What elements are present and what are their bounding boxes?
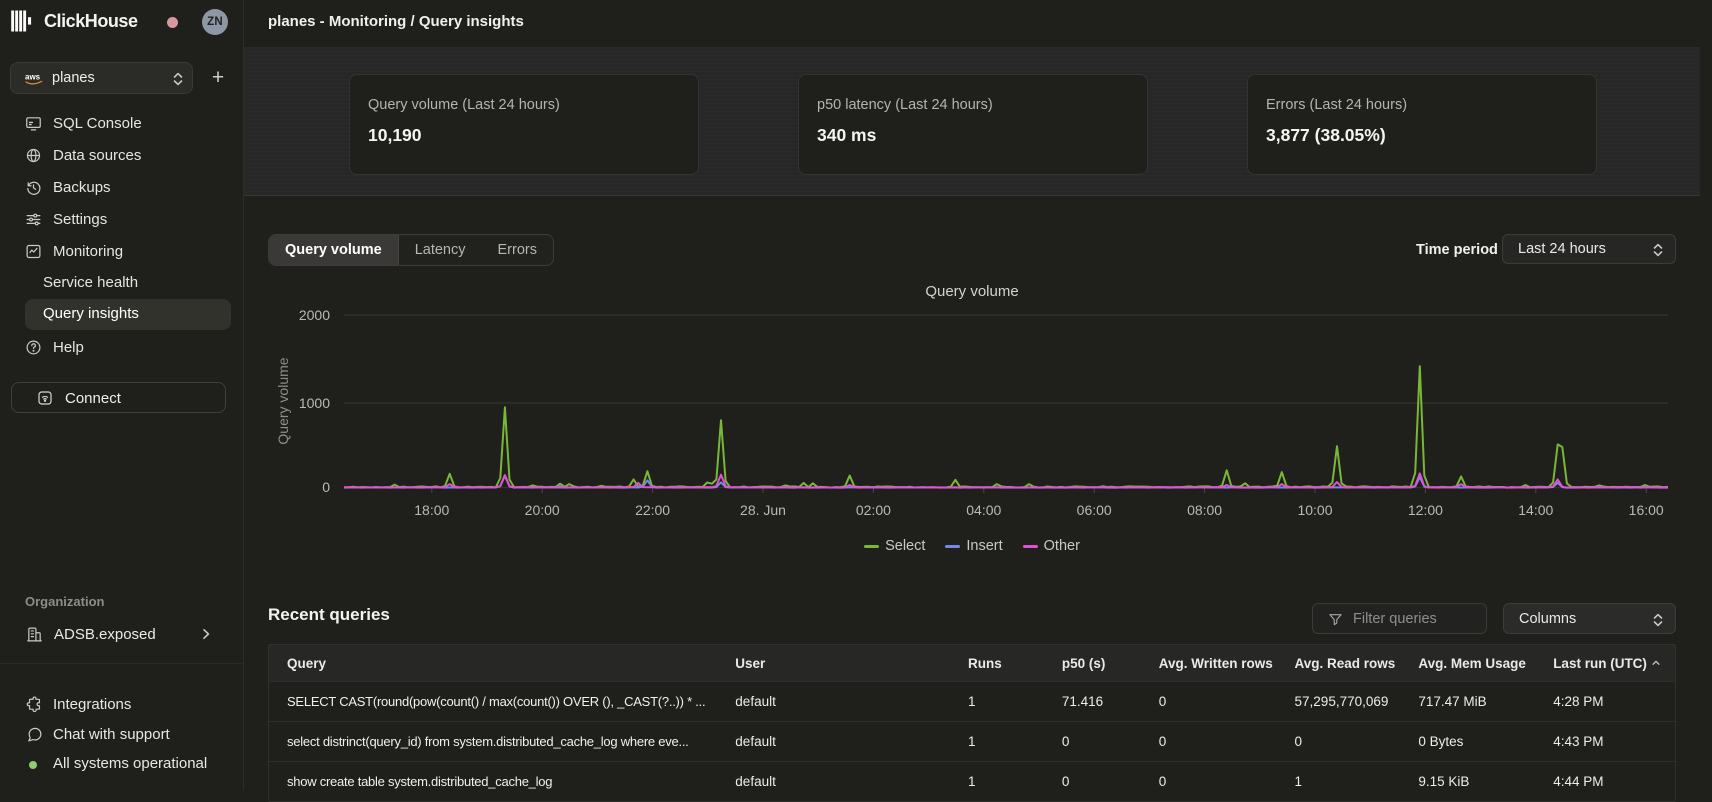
svg-text:22:00: 22:00 bbox=[635, 502, 670, 518]
svg-text:28. Jun: 28. Jun bbox=[740, 502, 786, 518]
svg-text:16:00: 16:00 bbox=[1629, 502, 1664, 518]
svg-text:06:00: 06:00 bbox=[1077, 502, 1112, 518]
svg-text:18:00: 18:00 bbox=[414, 502, 449, 518]
svg-text:02:00: 02:00 bbox=[856, 502, 891, 518]
svg-text:04:00: 04:00 bbox=[966, 502, 1001, 518]
svg-text:1000: 1000 bbox=[299, 395, 330, 411]
svg-text:2000: 2000 bbox=[299, 307, 330, 323]
svg-text:14:00: 14:00 bbox=[1518, 502, 1553, 518]
svg-text:Query volume: Query volume bbox=[925, 283, 1018, 300]
svg-text:12:00: 12:00 bbox=[1408, 502, 1443, 518]
svg-text:08:00: 08:00 bbox=[1187, 502, 1222, 518]
svg-text:10:00: 10:00 bbox=[1297, 502, 1332, 518]
svg-text:aws: aws bbox=[25, 73, 41, 82]
svg-text:20:00: 20:00 bbox=[525, 502, 560, 518]
svg-text:0: 0 bbox=[322, 479, 330, 495]
svg-text:Query volume: Query volume bbox=[275, 357, 291, 444]
